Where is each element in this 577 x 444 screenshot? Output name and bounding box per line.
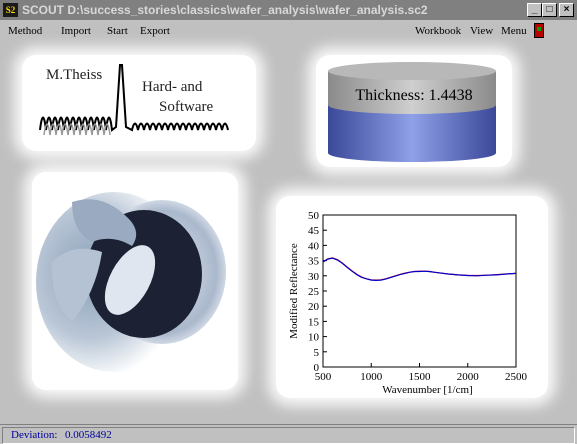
logo-line2: Software: [159, 99, 214, 115]
menu-start[interactable]: Start: [107, 25, 128, 37]
title-bar[interactable]: S2 SCOUT D:\success_stories\classics\waf…: [0, 0, 577, 20]
menu-bar: Method Import Start Export Workbook View…: [0, 20, 577, 42]
menu-import[interactable]: Import: [61, 25, 91, 37]
workbook-icon[interactable]: [534, 23, 544, 38]
logo-panel: M.Theiss Hard- and Software: [22, 55, 256, 151]
plot-area: [322, 214, 517, 368]
y-axis-label: Modified Reflectance: [288, 243, 300, 339]
menu-method[interactable]: Method: [8, 25, 42, 37]
logo-line1: Hard- and: [142, 79, 203, 95]
window-title: SCOUT D:\success_stories\classics\wafer_…: [22, 3, 428, 17]
menu-workbook[interactable]: Workbook: [415, 25, 461, 37]
x-tick-label: 2500: [505, 371, 528, 383]
y-tick-label: 35: [308, 256, 320, 268]
chart-panel: 0 5 10 15 20 25 30 35 40 45 50 500 1000 1500 2000 2500 W…: [276, 196, 548, 398]
x-tick-label: 500: [315, 371, 332, 383]
wafer-photo-icon: [32, 172, 238, 390]
y-tick-label: 5: [314, 347, 320, 359]
y-tick-label: 30: [308, 271, 320, 283]
deviation-label: Deviation:: [11, 429, 58, 441]
menu-menu[interactable]: Menu: [501, 25, 527, 37]
reflectance-chart: 05101520253035404550500 1000 1500 2000 2500W…: [288, 210, 528, 396]
y-tick-label: 50: [308, 210, 320, 222]
menu-export[interactable]: Export: [140, 25, 170, 37]
maximize-button[interactable]: □: [542, 3, 557, 17]
close-button[interactable]: ×: [559, 3, 574, 17]
status-panel: Deviation: 0.0058492: [2, 427, 575, 444]
y-tick-label: 25: [308, 286, 320, 298]
photo-panel: [32, 172, 238, 390]
scout-app-icon[interactable]: S2: [3, 3, 18, 17]
x-tick-label: 1500: [409, 371, 432, 383]
deviation-value: 0.0058492: [65, 429, 112, 441]
thickness-panel: Thickness: 1.4438: [316, 55, 512, 167]
menu-view[interactable]: View: [470, 25, 493, 37]
minimize-button[interactable]: _: [527, 3, 542, 17]
x-tick-label: 1000: [360, 371, 383, 383]
cylinder-icon: [328, 62, 496, 162]
thickness-value: Thickness: 1.4438: [355, 87, 473, 104]
logo-name: M.Theiss: [46, 67, 103, 83]
status-bar: Deviation: 0.0058492: [0, 424, 577, 444]
y-tick-label: 45: [308, 225, 320, 237]
x-axis-label: Wavenumber [1/cm]: [382, 384, 472, 396]
x-tick-label: 2000: [457, 371, 480, 383]
y-tick-label: 40: [308, 240, 320, 252]
y-tick-label: 10: [308, 332, 320, 344]
y-tick-label: 15: [308, 316, 320, 328]
y-tick-label: 20: [308, 301, 320, 313]
